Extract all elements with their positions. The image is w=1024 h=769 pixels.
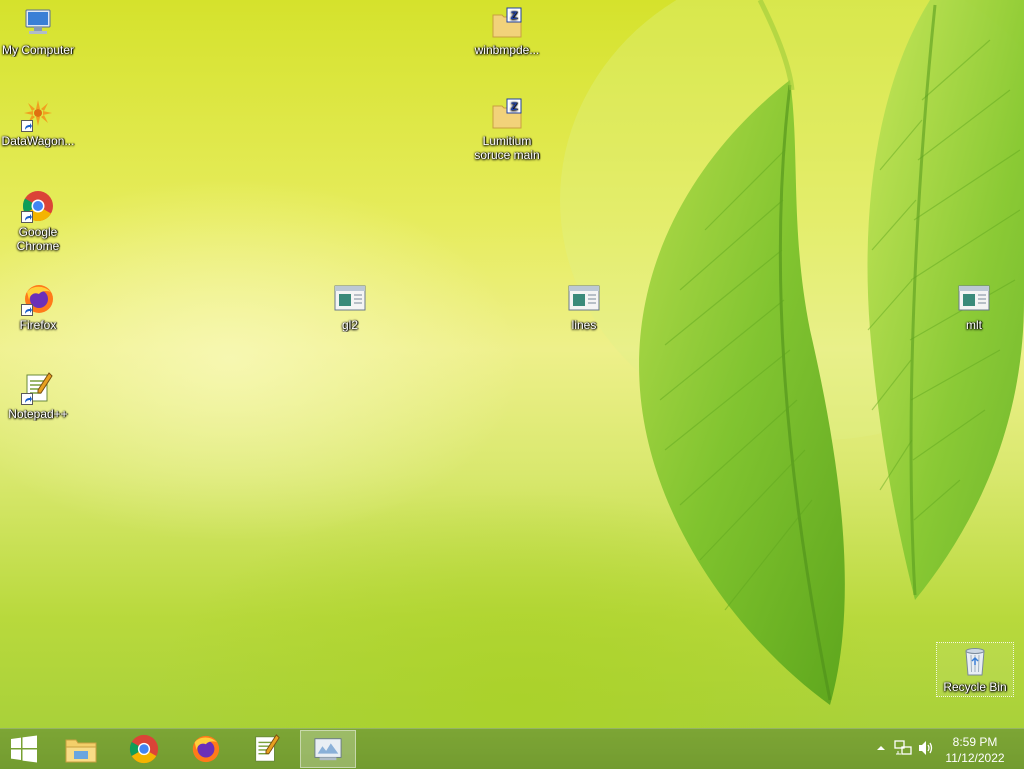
zip-folder-icon: Z <box>490 7 524 41</box>
recycle-bin-icon <box>958 644 992 678</box>
taskbar-chrome[interactable] <box>116 730 172 768</box>
desktop-icon-label: Firefox <box>19 318 57 332</box>
shortcut-arrow-icon <box>21 304 33 316</box>
chrome-icon <box>21 189 55 223</box>
computer-icon <box>21 7 55 41</box>
taskbar-active-app[interactable] <box>300 730 356 768</box>
desktop-icon-label: Notepad++ <box>8 407 68 421</box>
taskbar-firefox[interactable] <box>177 730 233 768</box>
desktop-icon-label: lines <box>571 318 597 332</box>
desktop-icon-label: gl2 <box>341 318 358 332</box>
taskbar-file-explorer[interactable] <box>53 730 109 768</box>
chrome-icon <box>129 734 159 764</box>
application-window-icon <box>333 282 367 316</box>
show-hidden-icons-chevron-icon[interactable] <box>876 741 886 760</box>
desktop-icon-label: My Computer <box>1 43 75 57</box>
svg-text:Z: Z <box>511 101 518 113</box>
desktop-icon-label: DataWagon... <box>1 134 75 148</box>
desktop-icon-winbmpde[interactable]: Z winbmpde... <box>469 7 545 57</box>
desktop-icon-label: Google Chrome <box>16 225 60 253</box>
taskbar-notepadpp[interactable] <box>238 730 294 768</box>
desktop-icon-label: winbmpde... <box>474 43 540 57</box>
shortcut-arrow-icon <box>21 120 33 132</box>
start-button[interactable] <box>0 729 48 769</box>
svg-text:Z: Z <box>511 10 518 22</box>
network-icon[interactable] <box>894 739 912 762</box>
windows-start-icon <box>11 735 37 763</box>
desktop-icon-label: Recycle Bin <box>943 680 1007 694</box>
notepadpp-icon <box>21 371 55 405</box>
desktop[interactable]: My Computer DataWagon... Google Chrome F… <box>0 0 1024 728</box>
desktop-icon-datawagon[interactable]: DataWagon... <box>0 98 76 148</box>
desktop-icon-notepadpp[interactable]: Notepad++ <box>0 371 76 421</box>
application-window-icon <box>567 282 601 316</box>
desktop-icon-mlt[interactable]: mlt <box>936 282 1012 332</box>
active-app-icon <box>314 738 342 761</box>
zip-folder-icon: Z <box>490 98 524 132</box>
desktop-icon-label: mlt <box>966 318 982 332</box>
desktop-icon-gl2[interactable]: gl2 <box>312 282 388 332</box>
notepadpp-icon <box>255 734 280 762</box>
taskbar: 8:59 PM 11/12/2022 <box>0 728 1024 769</box>
taskbar-clock[interactable]: 8:59 PM 11/12/2022 <box>940 734 1010 766</box>
desktop-icon-recycle-bin[interactable]: Recycle Bin <box>936 642 1014 697</box>
datawagon-icon <box>21 98 55 132</box>
application-window-icon <box>957 282 991 316</box>
shortcut-arrow-icon <box>21 211 33 223</box>
volume-speaker-icon[interactable] <box>917 739 935 762</box>
desktop-icon-lines[interactable]: lines <box>546 282 622 332</box>
clock-time: 8:59 PM <box>952 735 998 749</box>
file-explorer-icon <box>65 739 97 763</box>
desktop-icon-google-chrome[interactable]: Google Chrome <box>0 189 76 253</box>
firefox-icon <box>192 735 220 763</box>
desktop-icon-label: Lumitium soruce main <box>474 134 540 162</box>
desktop-icon-lumitium[interactable]: Z Lumitium soruce main <box>469 98 545 162</box>
shortcut-arrow-icon <box>21 393 33 405</box>
system-tray: 8:59 PM 11/12/2022 <box>864 729 1024 769</box>
clock-date: 11/12/2022 <box>945 751 1005 765</box>
firefox-icon <box>21 282 55 316</box>
desktop-icon-my-computer[interactable]: My Computer <box>0 7 76 57</box>
desktop-icon-firefox[interactable]: Firefox <box>0 282 76 332</box>
